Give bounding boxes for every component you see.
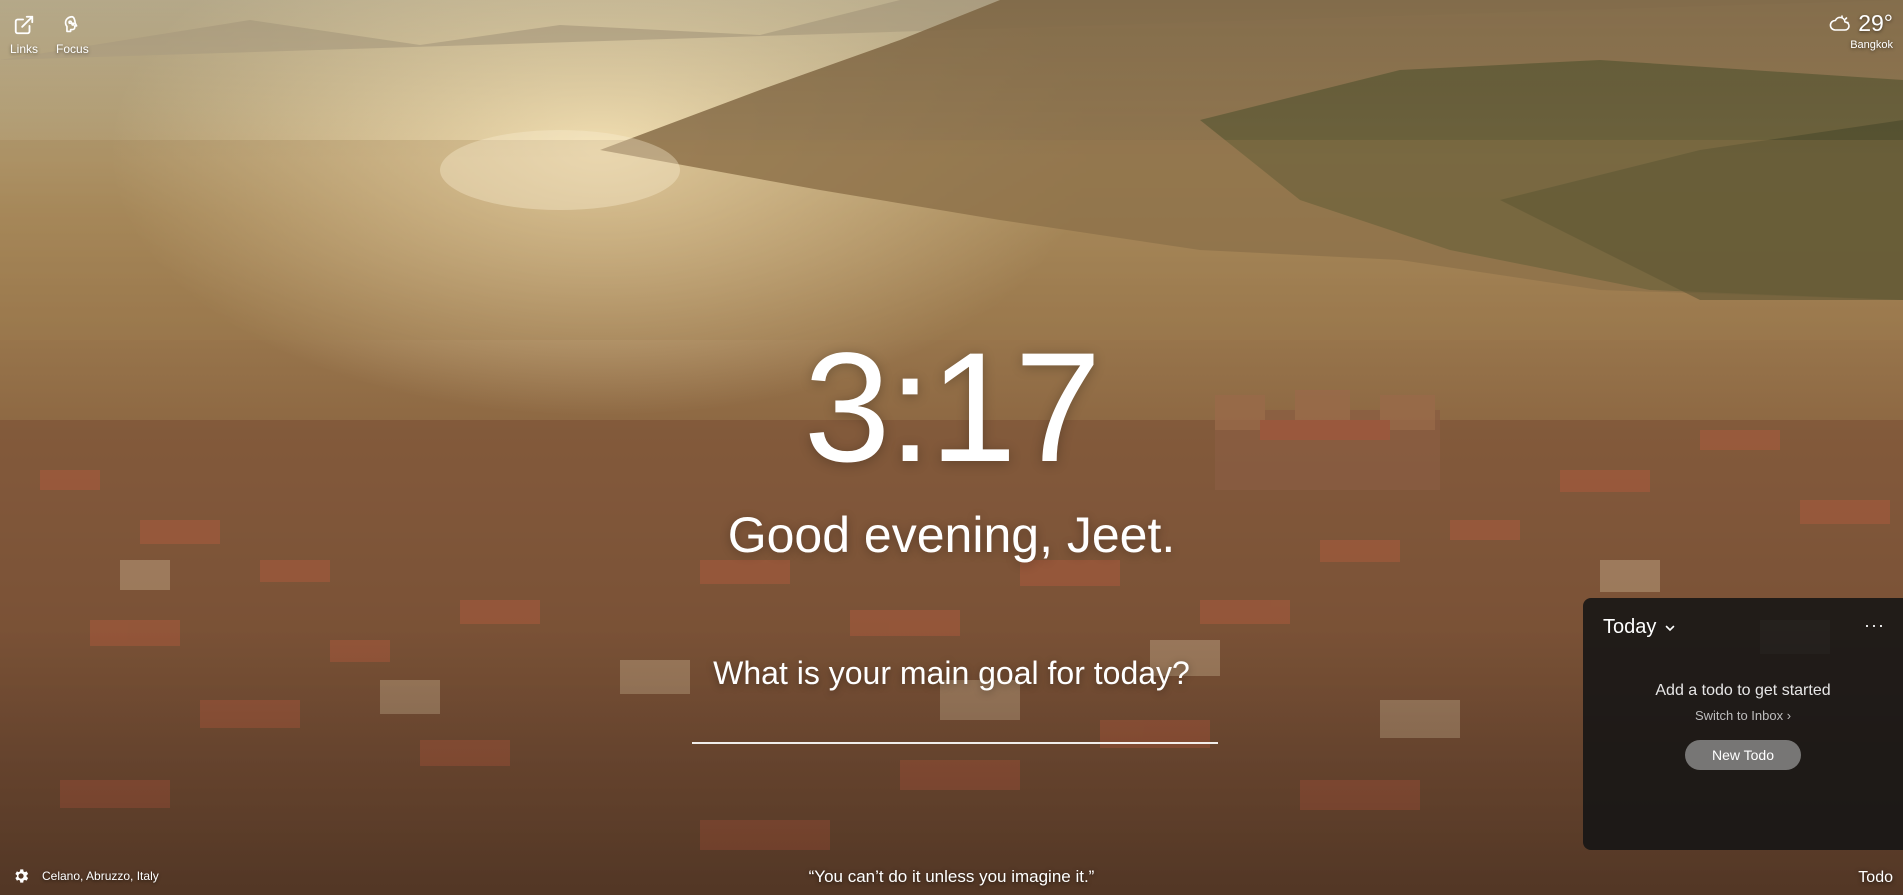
todo-panel: Today ··· Add a todo to get started Swit… — [1583, 598, 1903, 850]
main-goal-input[interactable] — [692, 700, 1218, 744]
top-left-widgets: Links Focus — [10, 14, 89, 56]
focus-button[interactable]: Focus — [56, 14, 89, 56]
focus-label: Focus — [56, 42, 89, 56]
chevron-down-icon — [1666, 625, 1675, 631]
todo-more-button[interactable]: ··· — [1864, 616, 1885, 634]
todo-list-selector[interactable]: Today — [1603, 616, 1676, 639]
cloud-sun-icon — [1829, 14, 1851, 31]
new-todo-button[interactable]: New Todo — [1685, 740, 1801, 770]
external-link-icon — [14, 15, 34, 35]
todo-toggle-button[interactable]: Todo — [1858, 869, 1893, 887]
weather-location: Bangkok — [1850, 39, 1893, 51]
greeting: Good evening, Jeet. — [727, 507, 1176, 563]
links-label: Links — [10, 42, 39, 56]
brain-icon — [65, 15, 78, 33]
daily-quote[interactable]: “You can’t do it unless you imagine it.” — [0, 867, 1903, 887]
todo-list-title: Today — [1603, 616, 1657, 638]
weather-widget[interactable]: 29° Bangkok — [1828, 10, 1893, 51]
todo-empty-message: Add a todo to get started — [1655, 682, 1831, 699]
dashboard: Links Focus 29° Bangkok 3:17 Good evenin… — [0, 0, 1903, 895]
links-button[interactable]: Links — [10, 14, 38, 56]
clock: 3:17 — [803, 321, 1102, 495]
weather-temperature: 29° — [1858, 10, 1893, 36]
switch-to-inbox-link[interactable]: Switch to Inbox › — [1583, 708, 1903, 723]
